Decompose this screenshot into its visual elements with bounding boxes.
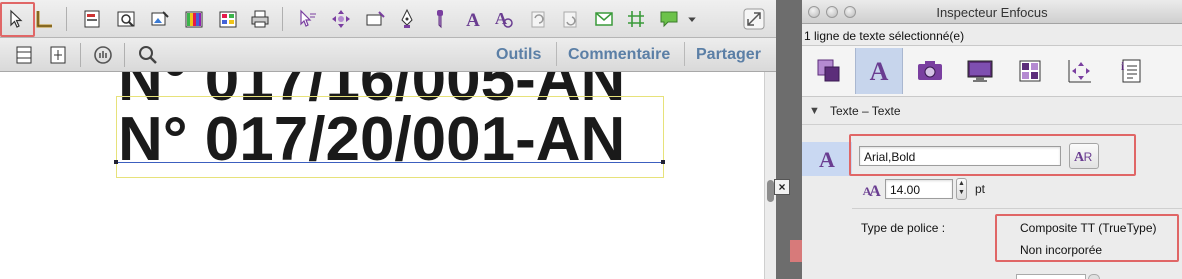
image-icon[interactable] bbox=[906, 48, 954, 94]
background-window-strip bbox=[776, 0, 802, 279]
dropdown-icon[interactable] bbox=[684, 6, 700, 32]
preview-icon[interactable] bbox=[113, 6, 139, 32]
section-header[interactable]: ▼ Texte – Texte bbox=[802, 98, 1182, 124]
page-layout-icon[interactable] bbox=[11, 42, 37, 68]
monitor-icon[interactable] bbox=[956, 48, 1004, 94]
palette-icon[interactable] bbox=[215, 6, 241, 32]
color-bars-icon[interactable] bbox=[181, 6, 207, 32]
inspector-window: Inspecteur Enfocus 1 ligne de texte séle… bbox=[802, 0, 1182, 279]
font-size-icon: AA bbox=[862, 180, 882, 200]
text-tool-icon[interactable]: A bbox=[460, 6, 486, 32]
tools-link[interactable]: Outils bbox=[496, 46, 541, 64]
eyedropper-icon[interactable] bbox=[426, 6, 452, 32]
inspector-title: Inspecteur Enfocus bbox=[936, 5, 1048, 20]
text-path-icon[interactable]: A bbox=[491, 6, 517, 32]
scale-icon[interactable] bbox=[557, 6, 583, 32]
close-icon[interactable]: × bbox=[774, 179, 790, 195]
expand-icon[interactable] bbox=[741, 6, 767, 32]
font-size-stepper[interactable]: ▲ ▼ bbox=[956, 178, 967, 200]
box-tool-icon[interactable] bbox=[362, 6, 388, 32]
svg-text:A: A bbox=[870, 57, 889, 86]
comment-link[interactable]: Commentaire bbox=[568, 46, 670, 64]
section-title: Texte – Texte bbox=[830, 104, 901, 118]
comment-icon[interactable] bbox=[656, 6, 682, 32]
text-icon[interactable]: A bbox=[855, 48, 903, 94]
acrobat-window: A A Outils Commentaire Partager N° 017/1… bbox=[0, 0, 776, 279]
svg-text:A: A bbox=[466, 10, 480, 30]
zoom-icon[interactable] bbox=[135, 42, 161, 68]
hand-tool-icon[interactable] bbox=[90, 42, 116, 68]
position-icon[interactable] bbox=[1056, 48, 1104, 94]
scrollbar-thumb[interactable] bbox=[767, 180, 774, 202]
inspector-titlebar[interactable]: Inspecteur Enfocus bbox=[802, 0, 1182, 24]
selection-handle-left[interactable] bbox=[114, 160, 118, 164]
object-icon[interactable] bbox=[805, 48, 853, 94]
fit-page-icon[interactable] bbox=[45, 42, 71, 68]
color-grid-icon[interactable] bbox=[1006, 48, 1054, 94]
disclosure-triangle-icon[interactable]: ▼ bbox=[809, 105, 820, 117]
partial-stepper[interactable] bbox=[1088, 274, 1100, 279]
main-toolbar: A A bbox=[0, 0, 776, 38]
select-tool-highlight bbox=[0, 2, 35, 37]
selection-status: 1 ligne de texte sélectionné(e) bbox=[804, 29, 965, 43]
font-type-highlight bbox=[995, 214, 1179, 262]
background-red-element bbox=[790, 240, 802, 262]
font-size-unit: pt bbox=[975, 182, 986, 196]
partial-field[interactable] bbox=[1016, 274, 1086, 279]
pointer-tool-icon[interactable] bbox=[294, 6, 320, 32]
selection-handle-right[interactable] bbox=[661, 160, 665, 164]
font-size-field[interactable]: 14.00 bbox=[885, 179, 953, 199]
move-tool-icon[interactable] bbox=[328, 6, 354, 32]
svg-text:A: A bbox=[869, 183, 881, 198]
text-side-icon: A bbox=[802, 142, 852, 176]
grid-icon[interactable] bbox=[623, 6, 649, 32]
inspector-tabs: A i bbox=[802, 45, 1182, 97]
image-edit-icon[interactable] bbox=[147, 6, 173, 32]
pen-tool-icon[interactable] bbox=[394, 6, 420, 32]
vertical-scrollbar[interactable] bbox=[764, 72, 776, 279]
font-type-label: Type de police : bbox=[861, 221, 946, 235]
text-baseline bbox=[116, 162, 664, 163]
svg-text:A: A bbox=[819, 147, 835, 171]
form-icon[interactable] bbox=[79, 6, 105, 32]
share-link[interactable]: Partager bbox=[696, 46, 761, 64]
font-field-highlight bbox=[849, 134, 1136, 176]
document-canvas[interactable]: N° 017/16/005-AN N° 017/20/001-AN bbox=[0, 72, 764, 279]
document-info-icon[interactable]: i bbox=[1106, 48, 1154, 94]
rotate-icon[interactable] bbox=[525, 6, 551, 32]
email-icon[interactable] bbox=[591, 6, 617, 32]
document-text-selected-line[interactable]: N° 017/20/001-AN bbox=[118, 104, 625, 175]
printer-icon[interactable] bbox=[247, 6, 273, 32]
svg-text:A: A bbox=[495, 9, 508, 28]
